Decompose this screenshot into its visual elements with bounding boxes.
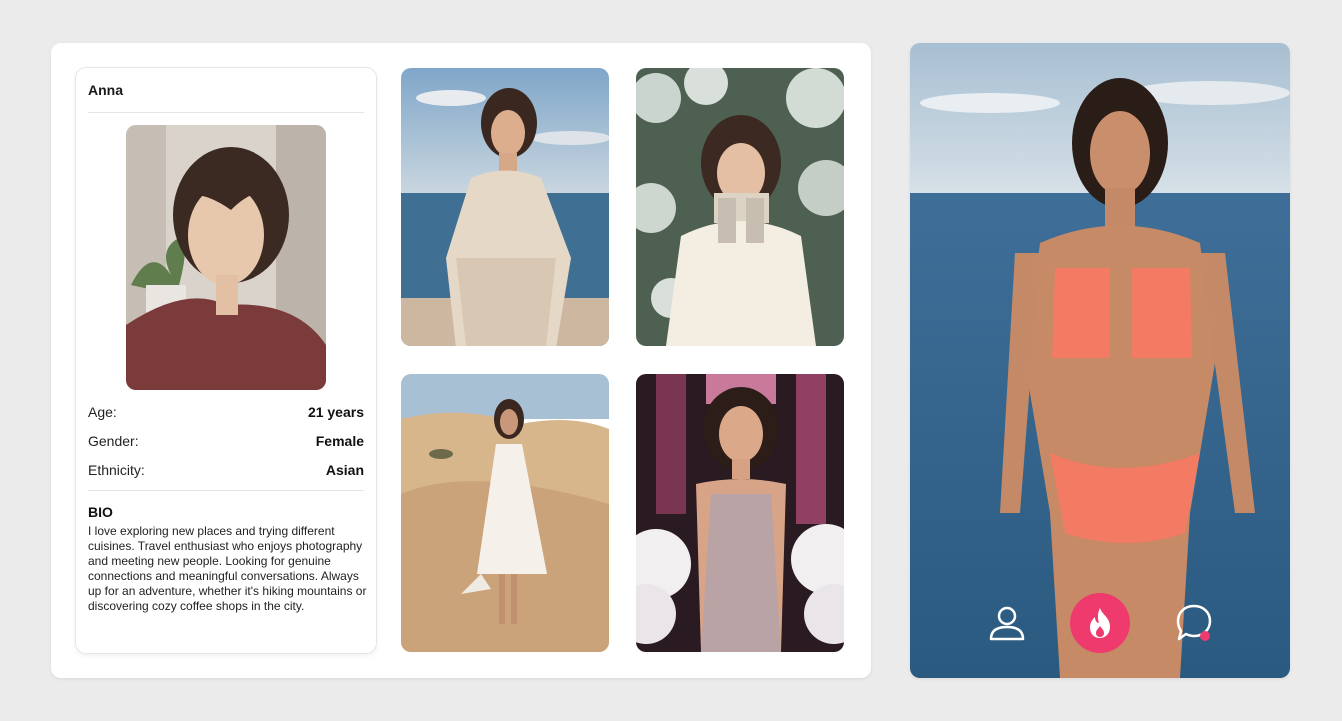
user-icon: [989, 606, 1025, 641]
profile-name: Anna: [88, 82, 123, 98]
ethnicity-label: Ethnicity:: [88, 462, 145, 478]
gallery-photo-beach[interactable]: [401, 68, 609, 346]
gallery-photo-desert[interactable]: [401, 374, 609, 652]
ethnicity-value: Asian: [325, 462, 364, 478]
age-row: Age: 21 years: [88, 402, 364, 422]
profile-card: Anna Age: 21 years Gender: Female Ethnic…: [76, 68, 376, 653]
bio-text: I love exploring new places and trying d…: [88, 524, 367, 613]
profile-avatar-photo[interactable]: [126, 125, 326, 390]
bottom-nav: [910, 593, 1290, 653]
divider: [88, 490, 364, 491]
chat-bubble-icon: [1176, 604, 1212, 641]
bio-title: BIO: [88, 504, 113, 520]
divider: [88, 112, 364, 113]
age-value: 21 years: [307, 404, 364, 420]
swipe-card[interactable]: [910, 43, 1290, 678]
gender-value: Female: [315, 433, 364, 449]
gallery-photo-snow[interactable]: [636, 68, 844, 346]
notification-dot: [1200, 631, 1210, 641]
ethnicity-row: Ethnicity: Asian: [88, 460, 364, 480]
chat-nav-button[interactable]: [1164, 593, 1224, 653]
flame-icon: [1090, 608, 1110, 638]
profile-nav-button[interactable]: [977, 593, 1037, 653]
main-photo-ocean: [910, 43, 1290, 678]
like-nav-button[interactable]: [1070, 593, 1130, 653]
like-circle: [1070, 593, 1130, 653]
profile-panel: Anna Age: 21 years Gender: Female Ethnic…: [51, 43, 871, 678]
gender-label: Gender:: [88, 433, 139, 449]
age-label: Age:: [88, 404, 117, 420]
gallery-photo-sequin[interactable]: [636, 374, 844, 652]
gender-row: Gender: Female: [88, 431, 364, 451]
